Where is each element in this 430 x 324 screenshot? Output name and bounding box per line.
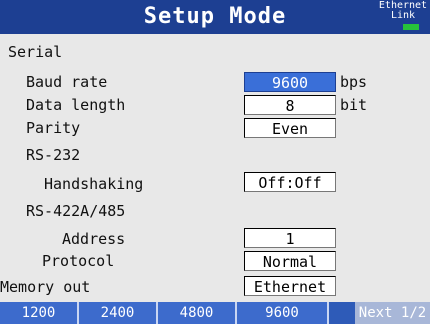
link-status-led-icon <box>403 24 419 30</box>
data-length-field[interactable]: 8 <box>244 95 336 115</box>
softkey-9600[interactable]: 9600 <box>237 302 329 324</box>
softkey-next-page[interactable]: Next 1/2 <box>355 302 430 324</box>
softkey-2400[interactable]: 2400 <box>79 302 158 324</box>
memory-out-label: Memory out <box>0 278 91 296</box>
rs232-section-label: RS-232 <box>26 146 81 164</box>
handshaking-field[interactable]: Off:Off <box>244 172 336 192</box>
parity-field[interactable]: Even <box>244 118 336 138</box>
data-length-unit: bit <box>340 96 368 114</box>
protocol-label: Protocol <box>42 252 115 270</box>
settings-panel: Serial Baud rate 9600 bps Data length 8 … <box>0 34 430 300</box>
rs422-section-label: RS-422A/485 <box>26 202 126 220</box>
address-field[interactable]: 1 <box>244 228 336 248</box>
handshaking-label: Handshaking <box>44 175 144 193</box>
protocol-field[interactable]: Normal <box>244 251 336 271</box>
address-label: Address <box>62 230 126 248</box>
serial-section-label: Serial <box>8 43 63 61</box>
softkey-1200[interactable]: 1200 <box>0 302 79 324</box>
memory-out-field[interactable]: Ethernet <box>244 276 336 296</box>
page-title: Setup Mode <box>143 4 287 29</box>
link-label: Link <box>390 10 416 21</box>
softkey-bar: 1200 2400 4800 9600 Next 1/2 <box>0 302 430 324</box>
parity-label: Parity <box>26 119 81 137</box>
baud-rate-field[interactable]: 9600 <box>244 72 336 92</box>
title-bar: Setup Mode Ethernet Link <box>0 0 430 34</box>
baud-rate-unit: bps <box>340 73 368 91</box>
data-length-label: Data length <box>26 96 126 114</box>
ethernet-status: Ethernet Link <box>378 1 428 21</box>
softkey-4800[interactable]: 4800 <box>158 302 237 324</box>
baud-rate-label: Baud rate <box>26 73 108 91</box>
softkey-spacer <box>329 302 355 324</box>
